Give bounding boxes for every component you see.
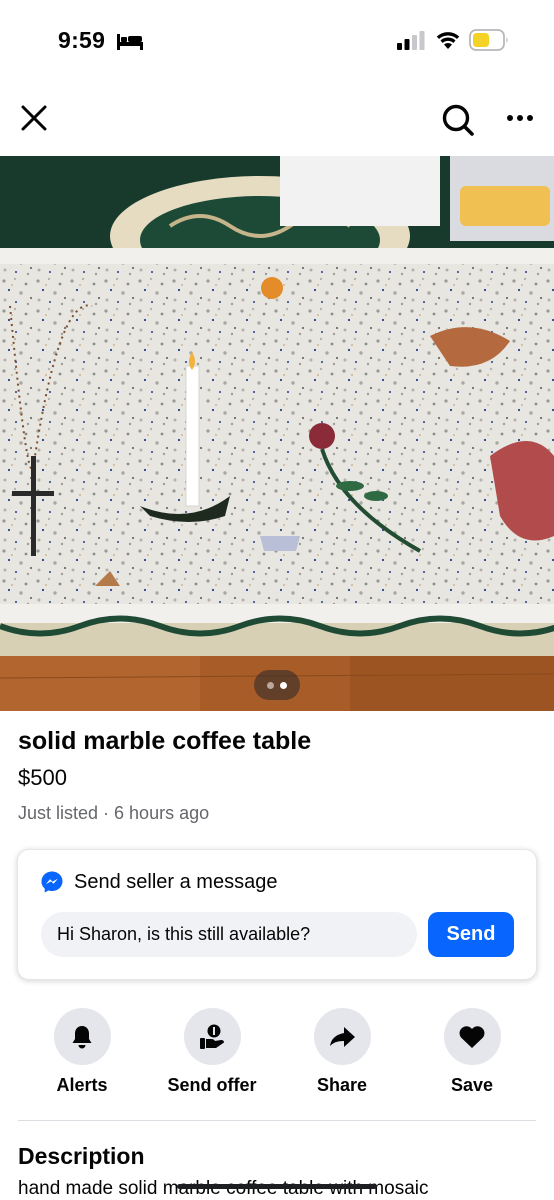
share-circle bbox=[313, 1008, 371, 1065]
divider bbox=[18, 1120, 536, 1121]
status-time: 9:59 bbox=[58, 27, 106, 53]
description-text: hand made solid marble coffee table with… bbox=[18, 1178, 429, 1199]
more-icon bbox=[507, 115, 533, 121]
send-offer-label: Send offer bbox=[167, 1075, 257, 1095]
pager-dot-active[interactable] bbox=[280, 681, 287, 689]
messenger-icon bbox=[41, 871, 63, 893]
send-offer-button[interactable]: Send offer bbox=[147, 1008, 277, 1096]
save-label: Save bbox=[450, 1075, 494, 1095]
share-icon bbox=[330, 1026, 355, 1047]
alerts-circle bbox=[53, 1008, 111, 1065]
offer-icon bbox=[200, 1024, 224, 1049]
listing-price: $500 bbox=[18, 765, 67, 790]
heart-icon bbox=[459, 1025, 485, 1048]
description-heading: Description bbox=[18, 1143, 145, 1169]
message-input[interactable] bbox=[41, 912, 417, 957]
message-header-text: Send seller a message bbox=[74, 870, 278, 893]
listing-title: solid marble coffee table bbox=[18, 727, 312, 755]
send-button[interactable]: Send bbox=[428, 912, 514, 957]
home-indicator[interactable] bbox=[177, 1184, 377, 1189]
top-nav bbox=[0, 90, 554, 152]
more-options-button[interactable] bbox=[500, 98, 540, 138]
signal-icon bbox=[397, 31, 425, 50]
share-label: Share bbox=[316, 1075, 368, 1095]
photo-pager[interactable] bbox=[254, 670, 300, 700]
close-icon bbox=[21, 105, 47, 131]
battery-icon bbox=[469, 29, 508, 51]
alerts-label: Alerts bbox=[56, 1075, 108, 1095]
pager-dot[interactable] bbox=[267, 681, 274, 689]
search-icon bbox=[442, 104, 474, 136]
share-button[interactable]: Share bbox=[277, 1008, 407, 1096]
close-button[interactable] bbox=[14, 98, 54, 138]
wifi-icon bbox=[436, 32, 460, 49]
message-header: Send seller a message bbox=[40, 870, 277, 894]
alerts-button[interactable]: Alerts bbox=[17, 1008, 147, 1096]
send-offer-circle bbox=[183, 1008, 241, 1065]
search-button[interactable] bbox=[436, 98, 480, 142]
save-circle bbox=[443, 1008, 501, 1065]
action-row: Alerts Send offer Share Save bbox=[0, 1008, 554, 1100]
bell-icon bbox=[72, 1025, 92, 1048]
listing-photo[interactable] bbox=[0, 156, 554, 711]
bed-icon bbox=[117, 34, 143, 50]
listed-time: Just listed · 6 hours ago bbox=[18, 803, 210, 823]
status-bar: 9:59 bbox=[0, 0, 554, 84]
save-button[interactable]: Save bbox=[407, 1008, 537, 1096]
message-seller-card: Send seller a message Send bbox=[17, 849, 537, 980]
listing-photo-image bbox=[0, 156, 554, 711]
